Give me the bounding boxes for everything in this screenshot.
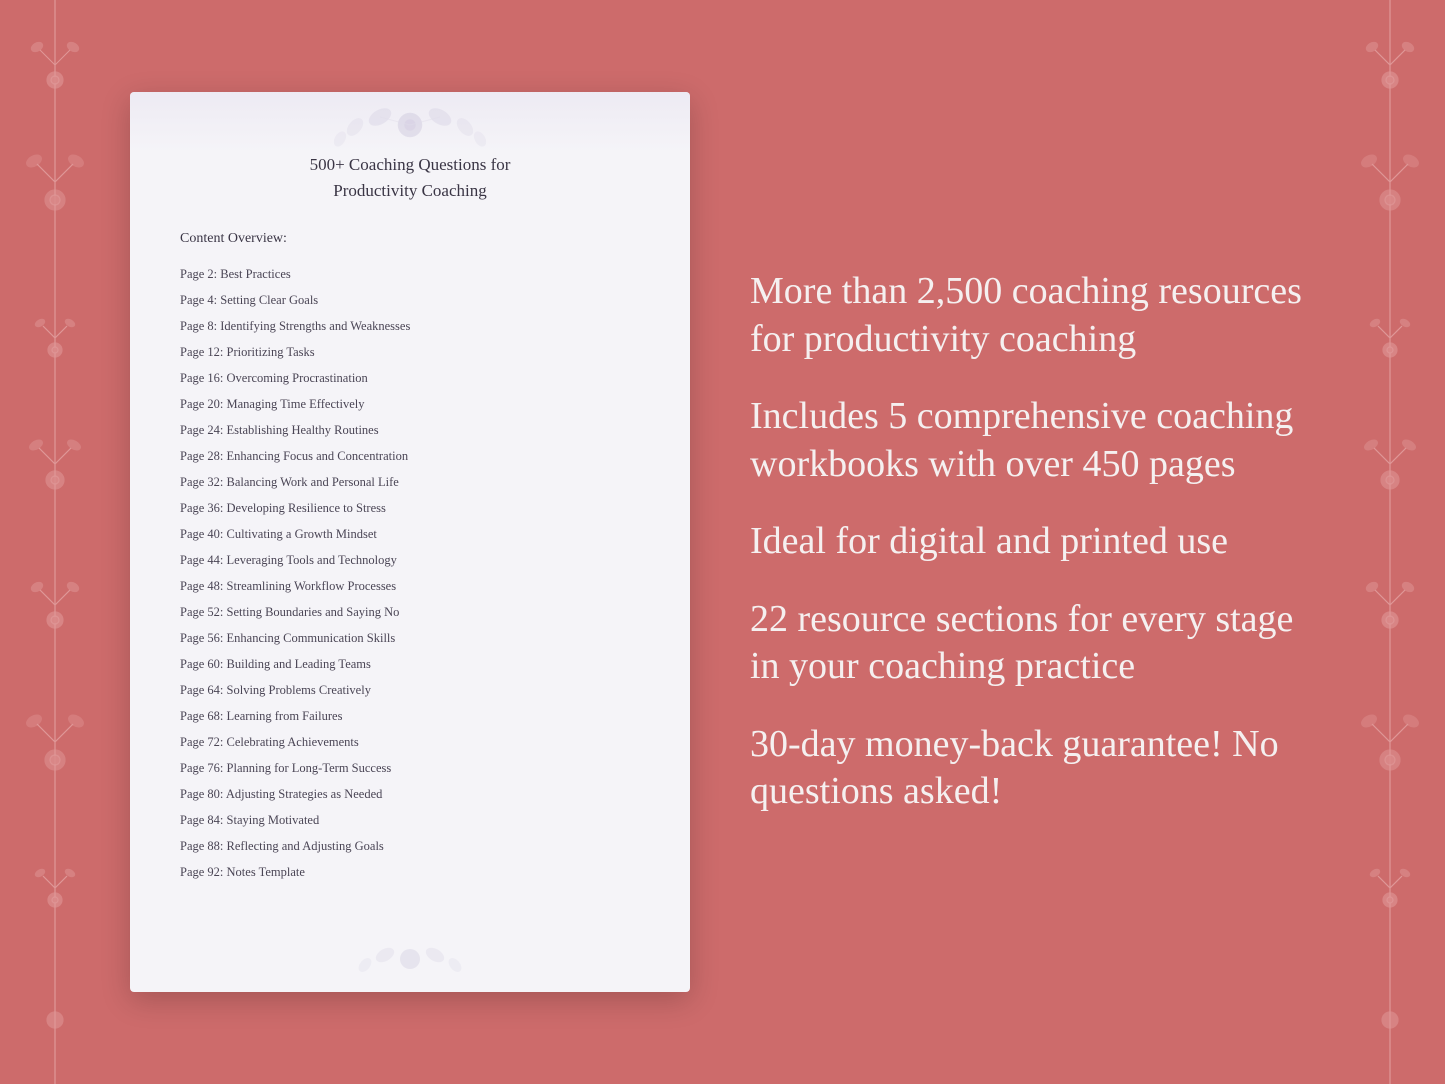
table-of-contents: Page 2: Best PracticesPage 4: Setting Cl… [180,261,640,885]
toc-item: Page 48: Streamlining Workflow Processes [180,573,640,599]
toc-item: Page 88: Reflecting and Adjusting Goals [180,833,640,859]
toc-item: Page 24: Establishing Healthy Routines [180,417,640,443]
toc-item: Page 92: Notes Template [180,859,640,885]
toc-item: Page 4: Setting Clear Goals [180,287,640,313]
feature-text-panel: More than 2,500 coaching resources for p… [750,268,1365,816]
toc-item: Page 12: Prioritizing Tasks [180,339,640,365]
feature-text-4: 22 resource sections for every stage in … [750,596,1325,691]
toc-item: Page 56: Enhancing Communication Skills [180,625,640,651]
toc-item: Page 32: Balancing Work and Personal Lif… [180,469,640,495]
toc-item: Page 2: Best Practices [180,261,640,287]
document-bottom-decoration [310,937,510,982]
toc-item: Page 20: Managing Time Effectively [180,391,640,417]
toc-item: Page 80: Adjusting Strategies as Needed [180,781,640,807]
toc-item: Page 28: Enhancing Focus and Concentrati… [180,443,640,469]
document-panel: 500+ Coaching Questions for Productivity… [130,92,690,992]
toc-item: Page 84: Staying Motivated [180,807,640,833]
content-overview-label: Content Overview: [180,231,640,247]
toc-item: Page 44: Leveraging Tools and Technology [180,547,640,573]
toc-item: Page 8: Identifying Strengths and Weakne… [180,313,640,339]
toc-item: Page 16: Overcoming Procrastination [180,365,640,391]
toc-item: Page 36: Developing Resilience to Stress [180,495,640,521]
toc-item: Page 40: Cultivating a Growth Mindset [180,521,640,547]
document-top-decoration [280,97,540,152]
main-layout: 500+ Coaching Questions for Productivity… [0,0,1445,1084]
feature-text-2: Includes 5 comprehensive coaching workbo… [750,393,1325,488]
toc-item: Page 68: Learning from Failures [180,703,640,729]
feature-text-3: Ideal for digital and printed use [750,518,1325,566]
toc-item: Page 64: Solving Problems Creatively [180,677,640,703]
toc-item: Page 72: Celebrating Achievements [180,729,640,755]
toc-item: Page 76: Planning for Long-Term Success [180,755,640,781]
feature-text-5: 30-day money-back guarantee! No question… [750,721,1325,816]
toc-item: Page 60: Building and Leading Teams [180,651,640,677]
feature-text-1: More than 2,500 coaching resources for p… [750,268,1325,363]
document-title: 500+ Coaching Questions for Productivity… [180,152,640,203]
toc-item: Page 52: Setting Boundaries and Saying N… [180,599,640,625]
